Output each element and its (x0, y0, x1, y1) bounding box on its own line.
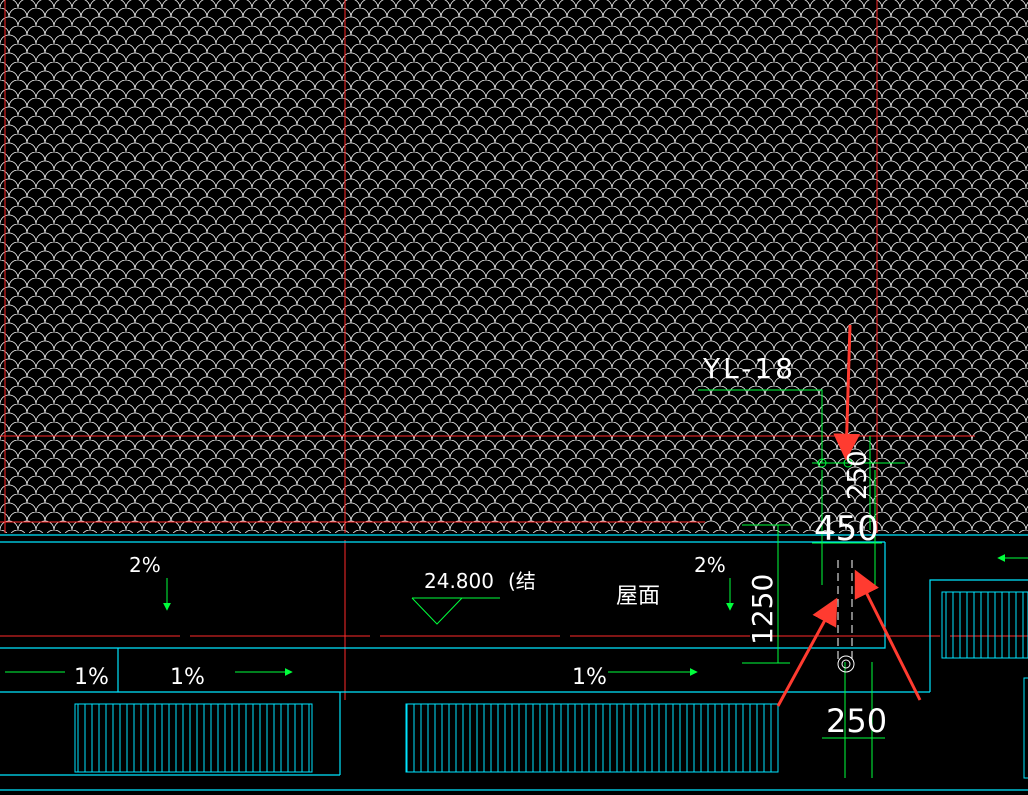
slope-label-2pct-left: 2% (129, 553, 161, 577)
slope-label-2pct-right: 2% (694, 553, 726, 577)
annotation-arrow-lower-left (776, 597, 838, 707)
roof-label: 屋面 (616, 584, 660, 609)
dim-partial-vertical-label: 250 (843, 450, 873, 500)
grating-right (941, 591, 1028, 659)
drain-outlet-symbol (837, 655, 855, 673)
grating-left (74, 703, 313, 773)
beam-tag-label: YL-18 (702, 352, 796, 385)
dim-450-label: 450 (814, 509, 879, 549)
drain-outlet-inner (841, 659, 851, 669)
slope-label-1pct-b: 1% (170, 665, 205, 690)
elevation-label: 24.800 (424, 569, 494, 593)
slope-label-1pct-c: 1% (572, 665, 607, 690)
elevation-triangle (411, 597, 463, 625)
elevation-suffix-label: (结 (508, 569, 536, 593)
slope-label-1pct-a: 1% (74, 665, 109, 690)
dim-250-label: 250 (826, 702, 887, 740)
cad-drawing-canvas: YL-18 24.800 (结 屋面 2% 2% 1% 1% 1% 450 25… (0, 0, 1028, 791)
dim-1250-label: 1250 (746, 574, 779, 645)
grating-far-right (1023, 677, 1028, 779)
grating-middle (405, 703, 779, 773)
roof-tile-hatch (0, 0, 1028, 533)
downpipe (837, 560, 855, 673)
